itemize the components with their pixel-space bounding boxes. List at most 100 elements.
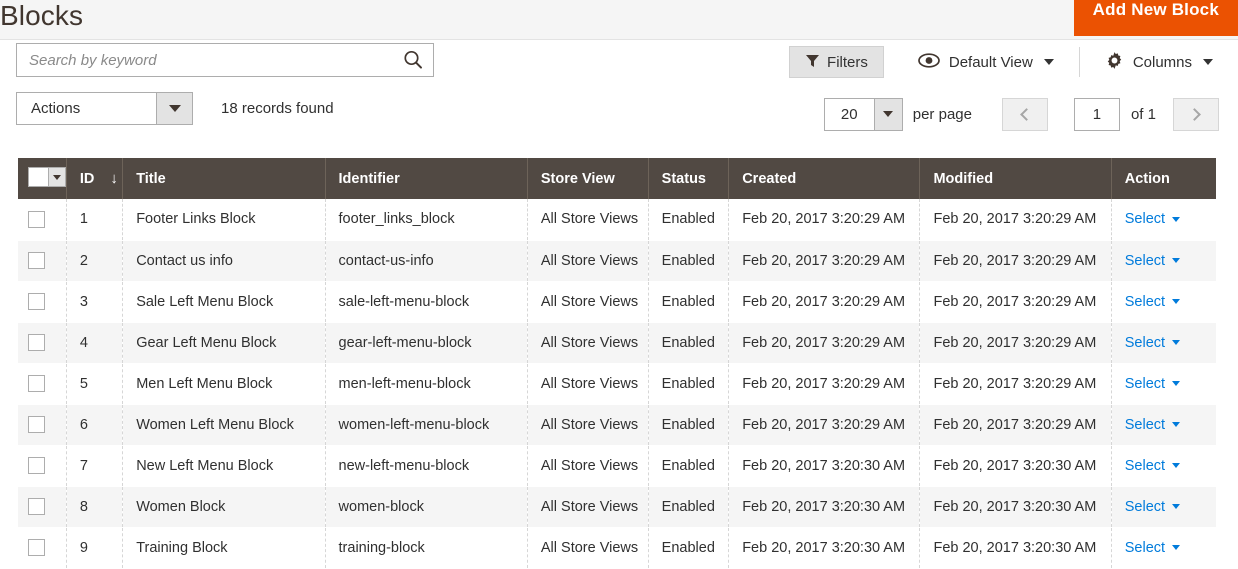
column-header-store-view[interactable]: Store View bbox=[527, 158, 649, 199]
previous-page-button[interactable] bbox=[1001, 97, 1048, 131]
table-row[interactable]: 7 New Left Menu Block new-left-menu-block A… bbox=[18, 445, 1216, 487]
cell-action: Select bbox=[1111, 363, 1216, 405]
per-page-dropdown[interactable]: 20 bbox=[823, 97, 903, 131]
cell-identifier: new-left-menu-block bbox=[325, 445, 528, 487]
row-checkbox[interactable] bbox=[28, 375, 45, 392]
row-select-cell[interactable] bbox=[18, 404, 67, 446]
cell-id: 9 bbox=[66, 527, 124, 569]
row-select-action[interactable]: Select bbox=[1125, 211, 1181, 227]
default-view-control[interactable]: Default View bbox=[912, 46, 1060, 78]
blocks-grid: ID ↓ Title Identifier Store View Status C… bbox=[18, 158, 1216, 569]
chevron-down-icon bbox=[1172, 258, 1181, 263]
select-all-dropdown[interactable] bbox=[28, 167, 66, 187]
row-select-action[interactable]: Select bbox=[1125, 417, 1181, 433]
row-select-action[interactable]: Select bbox=[1125, 253, 1181, 269]
row-checkbox[interactable] bbox=[28, 252, 45, 269]
select-all-checkbox[interactable] bbox=[29, 168, 48, 186]
add-new-block-button[interactable]: Add New Block bbox=[1073, 0, 1238, 36]
row-select-cell[interactable] bbox=[18, 486, 67, 528]
column-header-status[interactable]: Status bbox=[648, 158, 730, 199]
search-icon[interactable] bbox=[403, 50, 423, 70]
cell-modified: Feb 20, 2017 3:20:30 AM bbox=[919, 486, 1112, 528]
cell-title: Women Block bbox=[122, 486, 326, 528]
page-number-input[interactable] bbox=[1073, 97, 1120, 131]
row-checkbox[interactable] bbox=[28, 293, 45, 310]
row-select-cell[interactable] bbox=[18, 199, 67, 241]
cell-action: Select bbox=[1111, 281, 1216, 323]
search-input[interactable] bbox=[17, 44, 387, 76]
row-checkbox[interactable] bbox=[28, 457, 45, 474]
table-row[interactable]: 5 Men Left Menu Block men-left-menu-block A… bbox=[18, 363, 1216, 405]
cell-title: Contact us info bbox=[122, 240, 326, 282]
cell-identifier: men-left-menu-block bbox=[325, 363, 528, 405]
column-header-identifier[interactable]: Identifier bbox=[325, 158, 528, 199]
row-select-action-label: Select bbox=[1124, 498, 1166, 515]
chevron-down-icon bbox=[1172, 545, 1181, 550]
row-select-cell[interactable] bbox=[18, 527, 67, 569]
row-select-cell[interactable] bbox=[18, 240, 67, 282]
row-checkbox[interactable] bbox=[28, 416, 45, 433]
column-header-modified[interactable]: Modified bbox=[919, 158, 1112, 199]
cell-modified: Feb 20, 2017 3:20:29 AM bbox=[919, 281, 1112, 323]
filters-label: Filters bbox=[827, 53, 868, 71]
row-select-action[interactable]: Select bbox=[1124, 457, 1181, 474]
cell-title: Footer Links Block bbox=[122, 199, 326, 241]
cell-title: New Left Menu Block bbox=[122, 445, 326, 487]
table-row[interactable]: 2 Contact us info contact-us-info All Store… bbox=[18, 240, 1216, 282]
cell-store-view: All Store Views bbox=[527, 445, 649, 487]
row-checkbox[interactable] bbox=[28, 539, 45, 556]
cell-id: 2 bbox=[66, 240, 124, 282]
cell-modified: Feb 20, 2017 3:20:29 AM bbox=[919, 363, 1112, 405]
cell-action: Select bbox=[1111, 445, 1216, 487]
row-select-cell[interactable] bbox=[18, 445, 67, 487]
cell-status: Enabled bbox=[648, 527, 730, 569]
cell-title: Women Left Menu Block bbox=[122, 404, 326, 446]
table-row[interactable]: 3 Sale Left Menu Block sale-left-menu-bloc… bbox=[18, 281, 1216, 323]
cell-created: Feb 20, 2017 3:20:30 AM bbox=[728, 445, 921, 487]
row-select-action[interactable]: Select bbox=[1125, 335, 1181, 351]
table-row[interactable]: 1 Footer Links Block footer_links_block All… bbox=[18, 199, 1216, 241]
cell-created: Feb 20, 2017 3:20:29 AM bbox=[728, 281, 921, 323]
cell-title: Sale Left Menu Block bbox=[122, 281, 326, 323]
per-page-label: per page bbox=[912, 105, 972, 123]
chevron-down-icon bbox=[1172, 463, 1181, 468]
row-select-action[interactable]: Select bbox=[1125, 376, 1181, 392]
row-select-cell[interactable] bbox=[18, 281, 67, 323]
row-checkbox[interactable] bbox=[28, 498, 45, 515]
row-checkbox[interactable] bbox=[28, 210, 45, 228]
table-row[interactable]: 6 Women Left Menu Block women-left-menu-bl… bbox=[18, 404, 1216, 446]
column-header-select-all[interactable] bbox=[18, 158, 67, 199]
actions-dropdown[interactable]: Actions bbox=[16, 92, 193, 125]
cell-action: Select bbox=[1111, 486, 1216, 528]
row-select-cell[interactable] bbox=[18, 322, 67, 364]
row-select-action[interactable]: Select bbox=[1124, 498, 1181, 515]
column-header-title[interactable]: Title bbox=[122, 158, 326, 199]
cell-store-view: All Store Views bbox=[527, 527, 649, 569]
chevron-down-icon bbox=[1172, 299, 1181, 304]
cell-id: 8 bbox=[66, 486, 124, 528]
table-row[interactable]: 8 Women Block women-block All Store Views En… bbox=[18, 486, 1216, 528]
chevron-right-icon bbox=[1188, 107, 1201, 121]
gear-icon bbox=[1105, 51, 1124, 74]
row-select-cell[interactable] bbox=[18, 363, 67, 405]
cell-created: Feb 20, 2017 3:20:30 AM bbox=[728, 486, 921, 528]
cell-created: Feb 20, 2017 3:20:29 AM bbox=[728, 199, 921, 241]
column-header-id[interactable]: ID ↓ bbox=[66, 158, 124, 199]
cell-identifier: sale-left-menu-block bbox=[325, 281, 528, 323]
next-page-button[interactable] bbox=[1173, 97, 1219, 131]
eye-icon bbox=[918, 52, 940, 72]
grid-toolbar: Filters Default View Columns bbox=[0, 40, 1238, 88]
columns-control[interactable]: Columns bbox=[1099, 46, 1219, 78]
row-select-action[interactable]: Select bbox=[1125, 294, 1181, 310]
table-row[interactable]: 9 Training Block training-block All Store V… bbox=[18, 527, 1216, 569]
column-header-created[interactable]: Created bbox=[728, 158, 921, 199]
row-select-action[interactable]: Select bbox=[1124, 539, 1181, 556]
row-select-action-label: Select bbox=[1124, 457, 1166, 474]
filters-button[interactable]: Filters bbox=[789, 46, 884, 78]
chevron-down-icon bbox=[1043, 59, 1054, 65]
actions-label: Actions bbox=[31, 100, 81, 117]
row-select-action-label: Select bbox=[1124, 539, 1166, 556]
table-row[interactable]: 4 Gear Left Menu Block gear-left-menu-bloc… bbox=[18, 322, 1216, 364]
column-header-action: Action bbox=[1111, 158, 1216, 199]
row-checkbox[interactable] bbox=[28, 334, 45, 351]
